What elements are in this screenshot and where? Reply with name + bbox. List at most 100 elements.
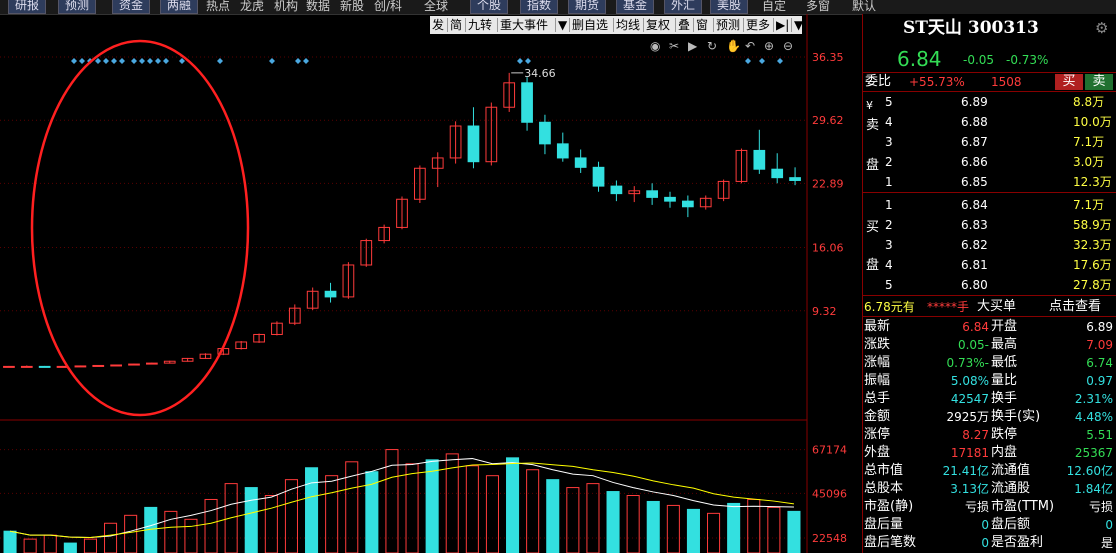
candle-body [771,168,784,179]
bid-volume: 32.3万 [1073,238,1112,252]
chart-toolbar-item[interactable]: 删自选 [572,16,608,34]
chart-toolbar-item[interactable]: 复权 [646,16,670,34]
stat-label: 总股本 [864,481,904,496]
volume-bar [747,498,761,553]
stat-value: 8.27 [962,428,989,442]
stat-value: 7.09 [1086,338,1113,352]
kline-chart[interactable]: 34.66 36.35 29.62 22.89 16.06 9.32 67174 45096… [0,0,862,553]
sell-button[interactable]: 卖 [1085,74,1113,90]
event-marker-icon[interactable] [111,58,117,64]
chart-toolbar-item[interactable]: 发 [432,16,444,34]
event-marker-icon[interactable] [147,58,153,64]
stat-value: 6.74 [1086,356,1113,370]
chart-toolbar-item[interactable]: 窗 [696,16,708,34]
volume-bar [264,495,278,553]
volume-bar [184,518,198,553]
event-marker-icon[interactable] [525,58,531,64]
play-icon[interactable]: ▶ [688,39,698,53]
price-change: -0.05 [963,53,995,67]
bid-price: 6.82 [961,238,988,252]
event-marker-icon[interactable] [179,58,185,64]
event-marker-icon[interactable] [745,58,751,64]
last-price: 6.84 [897,47,942,71]
hand-icon[interactable]: ✋ [726,39,741,53]
zoom-in-icon[interactable]: ⊕ [764,39,774,53]
price-tick-label: 16.06 [812,242,844,255]
chart-toolbar-item[interactable]: ▼ [794,16,803,34]
eye-icon[interactable]: ◉ [650,39,660,53]
weibi-label: 委比 [865,74,892,89]
volume-bar [224,483,238,553]
candle-body [110,364,122,367]
bid-volume: 17.6万 [1073,258,1112,272]
event-marker-icon[interactable] [95,58,101,64]
stat-value: 亏损 [964,500,989,514]
chart-toolbar-item[interactable]: ▼ [558,16,567,34]
stock-name: ST天山 300313 [903,18,1039,38]
chart-toolbar-item[interactable]: 简 [450,16,462,34]
event-marker-icon[interactable] [759,58,765,64]
chart-toolbar-item[interactable]: 九转 [468,16,492,34]
volume-bar [3,530,17,553]
toolbar-separator [569,18,570,32]
scissors-icon[interactable]: ✂ [669,39,679,53]
event-marker-icon[interactable] [79,58,85,64]
big-order-link[interactable]: 点击查看 [1049,299,1101,315]
ask-level: 5 [885,95,893,109]
stat-label: 外盘 [864,445,891,460]
event-markers[interactable] [71,58,783,64]
bid-level: 4 [885,258,893,272]
toolbar-separator [643,18,644,32]
event-marker-icon[interactable] [163,58,169,64]
chart-toolbar-item[interactable]: 重大事件 [500,16,548,34]
event-marker-icon[interactable] [139,58,145,64]
candle-body [146,362,158,365]
sell-side-label: 盘 [866,158,880,173]
weicha-value: 1508 [991,75,1022,89]
event-marker-icon[interactable] [269,58,275,64]
event-marker-icon[interactable] [71,58,77,64]
price-change-pct: -0.73% [1006,53,1049,67]
chart-toolbar-item[interactable]: 更多 [746,16,770,34]
toolbar-separator [465,18,466,32]
event-marker-icon[interactable] [155,58,161,64]
event-marker-icon[interactable] [777,58,783,64]
zoom-out-icon[interactable]: ⊖ [783,39,793,53]
volume-series [0,449,807,553]
stat-label: 总市值 [864,463,904,478]
big-order-qty: *****手 [927,300,970,314]
bid-level: 5 [885,278,893,292]
event-marker-icon[interactable] [295,58,301,64]
stat-label: 金额 [864,409,891,424]
gear-icon[interactable]: ⚙ [1095,20,1108,36]
replay-icon[interactable]: ↻ [707,39,717,53]
candle-body [539,121,551,145]
chart-toolbar: 发简九转 重大事件 ▼ 删自选 均线 复权叠窗预测 更多 ▶| ▼ [430,16,803,34]
volume-bar [325,475,339,553]
candle-body [664,196,676,202]
chart-toolbar-item[interactable]: 预测 [716,16,740,34]
stat-label: 涨幅 [864,355,891,370]
stat-label: 流通股 [991,481,1031,496]
price-tick-label: 36.35 [812,51,844,64]
weibi-value: +55.73% [909,75,965,89]
stat-value: 6.89 [1086,320,1113,334]
event-marker-icon[interactable] [119,58,125,64]
event-marker-icon[interactable] [517,58,523,64]
volume-bar [707,512,721,553]
event-marker-icon[interactable] [303,58,309,64]
bid-level: 3 [885,238,893,252]
volume-bar [566,487,580,553]
chart-toolbar-item[interactable]: 叠 [678,16,690,34]
event-marker-icon[interactable] [103,58,109,64]
undo-icon[interactable]: ↶ [745,39,755,53]
stat-label: 市盈(TTM) [991,499,1055,514]
chart-toolbar-item[interactable]: ▶| [776,16,789,34]
chart-toolbar-item[interactable]: 均线 [616,16,640,34]
buy-button[interactable]: 买 [1055,74,1083,90]
event-marker-icon[interactable] [217,58,223,64]
volume-bar [626,495,640,553]
ask-price: 6.88 [961,115,988,129]
event-marker-icon[interactable] [131,58,137,64]
volume-bar [204,498,218,553]
